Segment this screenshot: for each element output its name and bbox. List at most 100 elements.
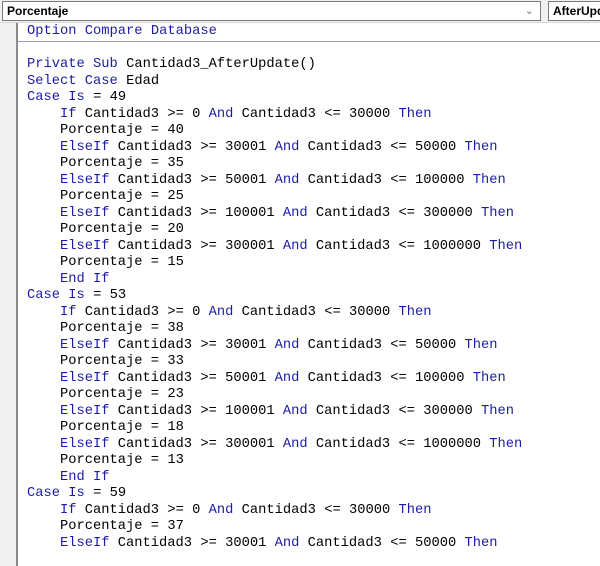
code-token: Porcentaje xyxy=(60,420,143,435)
code-line[interactable]: Case Is = 59 xyxy=(27,486,522,503)
code-line[interactable]: If Cantidad3 >= 0 And Cantidad3 <= 30000… xyxy=(27,503,522,520)
procedure-combobox[interactable]: AfterUpdate xyxy=(548,1,600,21)
code-token: 300001 xyxy=(225,436,275,452)
code-token: 300001 xyxy=(225,238,275,254)
code-token: Porcentaje xyxy=(60,321,143,336)
code-line[interactable]: Porcentaje = 38 xyxy=(27,321,522,338)
code-token: >= xyxy=(200,238,217,254)
code-line[interactable]: ElseIf Cantidad3 >= 30001 And Cantidad3 … xyxy=(27,338,522,355)
code-keyword: Case xyxy=(27,486,61,501)
code-line[interactable]: ElseIf Cantidad3 >= 30001 And Cantidad3 … xyxy=(27,536,522,553)
code-line[interactable]: Select Case Edad xyxy=(27,74,522,91)
margin-indicator-bar[interactable] xyxy=(0,23,18,566)
code-token: 50000 xyxy=(414,139,457,155)
code-token: <= xyxy=(390,535,407,551)
code-token: = xyxy=(150,123,160,138)
code-line[interactable]: Case Is = 53 xyxy=(27,288,522,305)
code-keyword: And xyxy=(274,370,300,386)
code-token: 50000 xyxy=(414,337,457,353)
code-editor[interactable]: Option Compare Database Private Sub Canti… xyxy=(27,24,522,552)
code-token: 35 xyxy=(167,156,184,171)
code-token: Cantidad3 xyxy=(117,172,193,188)
code-token: 53 xyxy=(109,288,127,303)
code-token: Cantidad3 xyxy=(307,535,382,551)
code-token: = xyxy=(150,420,160,435)
code-line[interactable]: Case Is = 49 xyxy=(27,90,522,107)
chevron-down-icon[interactable]: ⌄ xyxy=(525,2,534,20)
code-line[interactable]: Porcentaje = 40 xyxy=(27,123,522,140)
code-line[interactable]: ElseIf Cantidad3 >= 100001 And Cantidad3… xyxy=(27,206,522,223)
code-line[interactable]: ElseIf Cantidad3 >= 300001 And Cantidad3… xyxy=(27,437,522,454)
code-keyword: If xyxy=(60,304,77,320)
code-token: 1000000 xyxy=(423,238,481,254)
code-line[interactable]: If Cantidad3 >= 0 And Cantidad3 <= 30000… xyxy=(27,107,522,124)
code-token: >= xyxy=(167,304,184,320)
code-token: Cantidad3 xyxy=(307,370,382,386)
code-token: = xyxy=(150,189,160,204)
code-line[interactable] xyxy=(27,41,522,58)
code-token: Cantidad3 xyxy=(117,403,193,419)
code-token: Edad xyxy=(126,73,160,89)
code-line[interactable]: Porcentaje = 18 xyxy=(27,420,522,437)
code-token: = xyxy=(150,387,160,402)
code-line[interactable]: Porcentaje = 13 xyxy=(27,453,522,470)
code-line[interactable]: ElseIf Cantidad3 >= 30001 And Cantidad3 … xyxy=(27,140,522,157)
code-line[interactable]: ElseIf Cantidad3 >= 100001 And Cantidad3… xyxy=(27,404,522,421)
code-line[interactable]: If Cantidad3 >= 0 And Cantidad3 <= 30000… xyxy=(27,305,522,322)
code-line[interactable]: Porcentaje = 37 xyxy=(27,519,522,536)
code-line[interactable]: ElseIf Cantidad3 >= 50001 And Cantidad3 … xyxy=(27,173,522,190)
object-combobox[interactable]: Porcentaje ⌄ xyxy=(2,1,541,21)
code-token: 59 xyxy=(109,486,127,501)
code-line[interactable]: End If xyxy=(27,272,522,289)
code-line[interactable]: Porcentaje = 15 xyxy=(27,255,522,272)
code-token: <= xyxy=(398,403,415,419)
code-line[interactable]: Porcentaje = 20 xyxy=(27,222,522,239)
code-line[interactable]: Porcentaje = 25 xyxy=(27,189,522,206)
code-line[interactable]: Option Compare Database xyxy=(27,24,522,41)
code-line[interactable]: Porcentaje = 35 xyxy=(27,156,522,173)
code-line[interactable]: End If xyxy=(27,470,522,487)
code-line[interactable]: ElseIf Cantidad3 >= 50001 And Cantidad3 … xyxy=(27,371,522,388)
code-line[interactable]: Private Sub Cantidad3_AfterUpdate() xyxy=(27,57,522,74)
code-token: Porcentaje xyxy=(60,123,143,138)
code-line[interactable]: ElseIf Cantidad3 >= 300001 And Cantidad3… xyxy=(27,239,522,256)
code-line[interactable]: Porcentaje = 33 xyxy=(27,354,522,371)
code-token: >= xyxy=(200,139,217,155)
code-line[interactable]: Porcentaje = 23 xyxy=(27,387,522,404)
code-token: = xyxy=(150,453,160,468)
code-token: <= xyxy=(390,370,407,386)
code-keyword: And xyxy=(282,205,308,221)
code-keyword: If xyxy=(93,271,110,287)
code-token: 23 xyxy=(167,387,184,402)
